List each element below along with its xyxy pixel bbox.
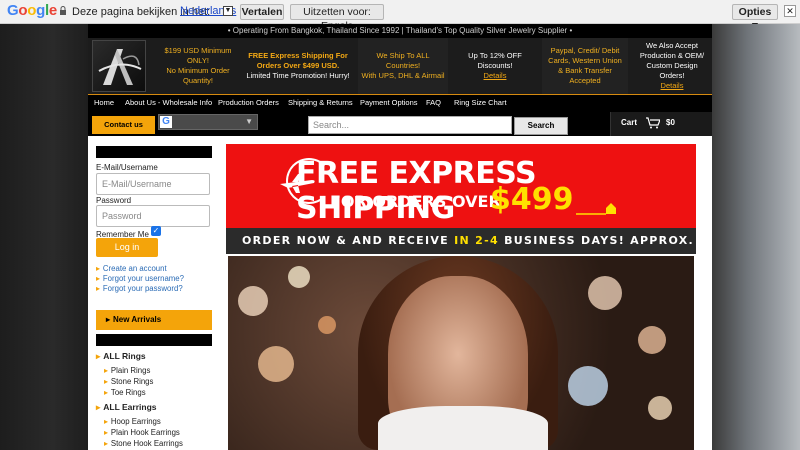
top-strip: • Operating From Bangkok, Thailand Since… <box>88 24 712 38</box>
main-nav: Home About Us - Wholesale Info Productio… <box>88 94 712 112</box>
subcategory-plain-rings[interactable]: ▸ Plain Rings <box>104 366 150 375</box>
cart-icon <box>646 117 660 129</box>
close-icon[interactable]: ✕ <box>784 5 796 17</box>
oem-details-link[interactable]: Details <box>661 81 684 90</box>
search-button[interactable]: Search <box>514 117 568 135</box>
new-arrivals-link[interactable]: ▸ New Arrivals <box>96 310 212 330</box>
promo-banner[interactable]: FREE EXPRESS SHIPPING FOR ORDERS OVER $4… <box>226 144 696 450</box>
google-translate-widget[interactable]: G ▼ <box>158 114 258 130</box>
category-all-rings[interactable]: ▸ ALL Rings <box>96 351 146 362</box>
sidebar: E-Mail/Username E-Mail/Username Password… <box>96 146 212 450</box>
google-logo: Google <box>7 2 57 19</box>
model-photo <box>228 256 694 450</box>
categories-header-bar <box>96 334 212 346</box>
delivery-text: ORDER NOW & AND RECEIVE IN 2-4 BUSINESS … <box>242 234 694 247</box>
header-free-shipping: FREE Express Shipping For Orders Over $4… <box>243 38 353 94</box>
delivery-prefix: ORDER NOW & AND RECEIVE <box>242 234 449 247</box>
page-background-left <box>0 24 88 450</box>
password-label: Password <box>96 196 132 205</box>
header-free-shipping-line2: Limited Time Promotion! Hurry! <box>246 71 350 80</box>
site-header: $199 USD Minimum ONLY! No Minimum Order … <box>88 38 712 94</box>
header-worldwide-shipping: We Ship To ALL Countries! With UPS, DHL … <box>358 38 448 94</box>
home-icon <box>576 203 616 215</box>
logo-monogram-icon <box>98 49 142 85</box>
forgot-username-link[interactable]: ▸ Forgot your username? <box>96 274 184 283</box>
subcategory-text: Stone Hook Earrings <box>110 439 183 448</box>
shipping-banner: FREE EXPRESS SHIPPING FOR ORDERS OVER $4… <box>226 144 696 228</box>
category-all-earrings-text: ALL Earrings <box>103 402 157 412</box>
cart-label: Cart <box>621 118 638 127</box>
chevron-down-icon[interactable]: ▼ <box>223 6 233 16</box>
banner-amount: $499 <box>490 182 574 217</box>
nav-production-orders[interactable]: Production Orders <box>218 95 279 111</box>
nav-payment-options[interactable]: Payment Options <box>360 95 418 111</box>
header-min-order-line1: $199 USD Minimum ONLY! <box>164 46 232 65</box>
chevron-down-icon: ▼ <box>245 117 253 126</box>
contact-us-button[interactable]: Contact us <box>92 116 155 134</box>
subcategory-text: Hoop Earrings <box>110 417 161 426</box>
google-g-icon: G <box>160 116 172 128</box>
translate-bar: Google Deze pagina bekijken in het: Nede… <box>0 0 800 32</box>
translate-button[interactable]: Vertalen <box>240 4 284 20</box>
page-background-right <box>712 24 800 450</box>
disable-translate-button[interactable]: Uitzetten voor: Engels <box>290 4 384 32</box>
login-button[interactable]: Log in <box>96 238 158 257</box>
model-collar <box>378 406 548 450</box>
email-field[interactable]: E-Mail/Username <box>96 173 210 195</box>
site-logo[interactable] <box>92 40 146 92</box>
header-free-shipping-line1: FREE Express Shipping For Orders Over $4… <box>248 51 348 70</box>
forgot-password-link[interactable]: ▸ Forgot your password? <box>96 284 183 293</box>
lock-icon <box>60 6 66 15</box>
subcategory-stone-hook-earrings[interactable]: ▸ Stone Hook Earrings <box>104 439 183 448</box>
password-field[interactable]: Password <box>96 205 210 227</box>
header-payment-methods: Paypal, Credit/ Debit Cards, Western Uni… <box>542 38 628 94</box>
subcategory-plain-hook-earrings[interactable]: ▸ Plain Hook Earrings <box>104 428 180 437</box>
discounts-details-link[interactable]: Details <box>484 71 507 80</box>
delivery-suffix: BUSINESS DAYS! APPROX. <box>504 234 694 247</box>
cart-total: $0 <box>666 118 675 127</box>
login-header-bar <box>96 146 212 158</box>
search-input[interactable]: Search... <box>308 116 512 134</box>
header-oem-orders: We Also Accept Production & OEM/ Custom … <box>632 38 712 94</box>
subcategory-text: Toe Rings <box>110 388 146 397</box>
subcategory-stone-rings[interactable]: ▸ Stone Rings <box>104 377 153 386</box>
forgot-username-text: Forgot your username? <box>102 274 184 283</box>
subcategory-text: Stone Rings <box>110 377 154 386</box>
nav-home[interactable]: Home <box>94 95 114 111</box>
create-account-text: Create an account <box>102 264 167 273</box>
nav-faq[interactable]: FAQ <box>426 95 441 111</box>
subcategory-text: Plain Hook Earrings <box>110 428 180 437</box>
subcategory-text: Plain Rings <box>110 366 151 375</box>
subcategory-toe-rings[interactable]: ▸ Toe Rings <box>104 388 146 397</box>
header-worldwide-line2: With UPS, DHL & Airmail <box>361 71 445 80</box>
email-label: E-Mail/Username <box>96 163 158 172</box>
header-payment-line1: Paypal, Credit/ Debit Cards, Western Uni… <box>548 46 622 85</box>
subcategory-hoop-earrings[interactable]: ▸ Hoop Earrings <box>104 417 161 426</box>
new-arrivals-text: New Arrivals <box>113 315 162 324</box>
delivery-banner: ORDER NOW & AND RECEIVE IN 2-4 BUSINESS … <box>226 228 696 254</box>
nav-ring-size-chart[interactable]: Ring Size Chart <box>454 95 507 111</box>
category-all-rings-text: ALL Rings <box>103 351 146 361</box>
category-all-earrings[interactable]: ▸ ALL Earrings <box>96 402 157 413</box>
toolbar-row: Contact us G ▼ Search... Search Cart $0 <box>88 112 712 136</box>
header-discounts: Up To 12% OFF Discounts! Details <box>452 38 538 94</box>
header-min-order-line2: No Minimum Order Quantity! <box>166 66 230 85</box>
nav-shipping-returns[interactable]: Shipping & Returns <box>288 95 353 111</box>
forgot-password-text: Forgot your password? <box>102 284 183 293</box>
create-account-link[interactable]: ▸ Create an account <box>96 264 167 273</box>
banner-subline: FOR ORDERS OVER <box>330 192 501 211</box>
nav-about[interactable]: About Us - Wholesale Info <box>125 95 212 111</box>
header-worldwide-line1: We Ship To ALL Countries! <box>376 51 430 70</box>
header-discounts-line1: Up To 12% OFF Discounts! <box>468 51 522 70</box>
delivery-days: IN 2-4 <box>454 234 499 247</box>
header-min-order: $199 USD Minimum ONLY! No Minimum Order … <box>158 38 238 94</box>
site-page: • Operating From Bangkok, Thailand Since… <box>88 24 712 450</box>
remember-me-checkbox[interactable]: ✓ <box>151 226 161 236</box>
options-button[interactable]: Opties ▼ <box>732 4 778 32</box>
header-oem-line1: We Also Accept Production & OEM/ Custom … <box>639 41 705 80</box>
cart-widget[interactable]: Cart $0 <box>610 112 712 136</box>
